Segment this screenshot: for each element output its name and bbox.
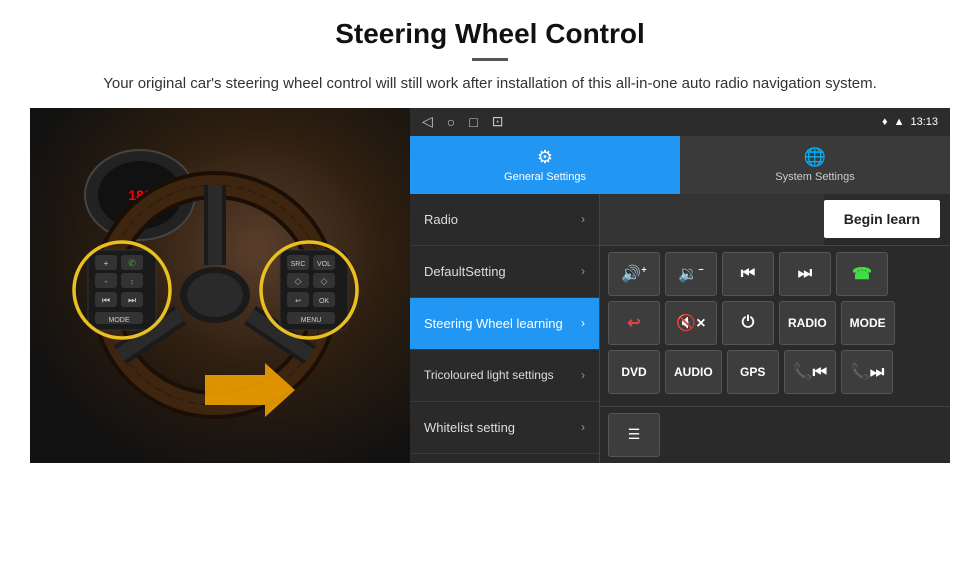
- dvd-label: DVD: [621, 365, 646, 379]
- chevron-right-icon: ›: [581, 212, 585, 226]
- android-ui-panel: ◁ ○ □ ⊡ ♦ ▲ 13:13 ⚙ General Settings 🌐 S…: [410, 108, 950, 463]
- phone-prev-icon: 📞⏮: [793, 362, 827, 382]
- next-track-button[interactable]: ⏭: [779, 252, 831, 296]
- audio-button[interactable]: AUDIO: [665, 350, 722, 394]
- menu-item-radio[interactable]: Radio ›: [410, 194, 599, 246]
- svg-text:↩: ↩: [295, 298, 301, 305]
- power-icon: ⏻: [742, 314, 755, 332]
- gps-button[interactable]: GPS: [727, 350, 779, 394]
- status-indicators: ♦ ▲ 13:13: [882, 116, 938, 128]
- tab-general[interactable]: ⚙ General Settings: [410, 136, 680, 194]
- audio-label: AUDIO: [674, 365, 713, 379]
- menu-tricoloured-label: Tricoloured light settings: [424, 368, 581, 382]
- phone-answer-icon: ☎: [852, 264, 872, 284]
- mute-icon: 🔇×: [676, 313, 705, 333]
- steering-wheel-image: 180: [30, 108, 410, 463]
- back-nav-icon[interactable]: ◁: [422, 113, 433, 130]
- chevron-right-icon-3: ›: [581, 316, 585, 330]
- phone-next-icon: 📞⏭: [850, 362, 884, 382]
- vol-down-button[interactable]: 🔉−: [665, 252, 717, 296]
- svg-text:MODE: MODE: [109, 317, 130, 324]
- menu-item-tricoloured[interactable]: Tricoloured light settings ›: [410, 350, 599, 402]
- menu-nav-icon[interactable]: ⊡: [492, 113, 504, 130]
- radio-button[interactable]: RADIO: [779, 301, 836, 345]
- content-area: Begin learn 🔊+ 🔉− ⏮: [600, 194, 950, 463]
- controls-row-1: 🔊+ 🔉− ⏮ ⏭ ☎: [608, 252, 942, 296]
- settings-tabs: ⚙ General Settings 🌐 System Settings: [410, 136, 950, 194]
- menu-item-steering[interactable]: Steering Wheel learning ›: [410, 298, 599, 350]
- gps-label: GPS: [740, 365, 765, 379]
- time-display: 13:13: [910, 116, 938, 128]
- menu-whitelist-label: Whitelist setting: [424, 420, 581, 435]
- radio-label: RADIO: [788, 316, 827, 330]
- phone-answer-button[interactable]: ☎: [836, 252, 888, 296]
- chevron-right-icon-4: ›: [581, 368, 585, 382]
- page-title: Steering Wheel Control: [60, 18, 920, 50]
- panel-body: Radio › DefaultSetting › Steering Wheel …: [410, 194, 950, 463]
- svg-text:⏭: ⏭: [128, 295, 136, 305]
- next-track-icon: ⏭: [798, 265, 812, 283]
- power-button[interactable]: ⏻: [722, 301, 774, 345]
- hang-up-button[interactable]: ↩: [608, 301, 660, 345]
- mute-button[interactable]: 🔇×: [665, 301, 717, 345]
- wifi-icon: ▲: [894, 116, 905, 128]
- settings-menu: Radio › DefaultSetting › Steering Wheel …: [410, 194, 600, 463]
- steering-wheel-bg: 180: [30, 108, 410, 463]
- tab-system-label: System Settings: [775, 171, 854, 183]
- whitelist-button[interactable]: ☰: [608, 413, 660, 457]
- menu-default-label: DefaultSetting: [424, 264, 581, 279]
- menu-steering-label: Steering Wheel learning: [424, 316, 581, 331]
- svg-text:◇: ◇: [295, 276, 302, 286]
- radio-label-area: [600, 194, 824, 245]
- svg-text:MENU: MENU: [301, 317, 322, 324]
- begin-learn-button[interactable]: Begin learn: [824, 200, 940, 238]
- gear-settings-icon: ⚙: [537, 147, 553, 168]
- controls-row-2: ↩ 🔇× ⏻ RADIO MODE: [608, 301, 942, 345]
- svg-text:-: -: [105, 277, 108, 286]
- menu-item-default[interactable]: DefaultSetting ›: [410, 246, 599, 298]
- page-header: Steering Wheel Control Your original car…: [0, 0, 980, 108]
- phone-next-button[interactable]: 📞⏭: [841, 350, 893, 394]
- controls-row-3: DVD AUDIO GPS 📞⏮ 📞⏭: [608, 350, 942, 394]
- top-controls-row: Begin learn: [600, 194, 950, 246]
- hang-up-icon: ↩: [627, 313, 640, 333]
- main-content: 180: [30, 108, 950, 463]
- location-icon: ♦: [882, 116, 888, 128]
- svg-text:SRC: SRC: [291, 261, 306, 268]
- tab-general-label: General Settings: [504, 171, 586, 183]
- whitelist-row: ☰: [600, 406, 950, 463]
- dvd-button[interactable]: DVD: [608, 350, 660, 394]
- home-nav-icon[interactable]: ○: [447, 114, 455, 130]
- menu-item-whitelist[interactable]: Whitelist setting ›: [410, 402, 599, 454]
- svg-text:⏮: ⏮: [102, 295, 110, 305]
- vol-up-button[interactable]: 🔊+: [608, 252, 660, 296]
- page-description: Your original car's steering wheel contr…: [60, 73, 920, 96]
- svg-text:OK: OK: [319, 298, 329, 305]
- controls-grid: 🔊+ 🔉− ⏮ ⏭ ☎: [600, 246, 950, 406]
- steering-wheel-svg: 180: [60, 135, 380, 435]
- svg-text:◇: ◇: [321, 276, 328, 286]
- svg-text:✆: ✆: [128, 258, 136, 268]
- svg-text:VOL: VOL: [317, 261, 331, 268]
- vol-up-icon: 🔊+: [621, 264, 646, 284]
- recents-nav-icon[interactable]: □: [469, 114, 477, 130]
- whitelist-icon: ☰: [628, 426, 641, 443]
- status-bar: ◁ ○ □ ⊡ ♦ ▲ 13:13: [410, 108, 950, 136]
- prev-track-icon: ⏮: [741, 265, 755, 283]
- system-settings-icon: 🌐: [804, 147, 826, 168]
- vol-down-icon: 🔉−: [678, 264, 703, 284]
- tab-system[interactable]: 🌐 System Settings: [680, 136, 950, 194]
- mode-button[interactable]: MODE: [841, 301, 895, 345]
- nav-icons: ◁ ○ □ ⊡: [422, 113, 503, 130]
- menu-radio-label: Radio: [424, 212, 581, 227]
- title-divider: [472, 58, 508, 61]
- phone-prev-button[interactable]: 📞⏮: [784, 350, 836, 394]
- prev-track-button[interactable]: ⏮: [722, 252, 774, 296]
- mode-label: MODE: [850, 316, 886, 330]
- svg-text:+: +: [104, 259, 109, 268]
- chevron-right-icon-2: ›: [581, 264, 585, 278]
- chevron-right-icon-5: ›: [581, 420, 585, 434]
- svg-text:↕: ↕: [130, 279, 134, 286]
